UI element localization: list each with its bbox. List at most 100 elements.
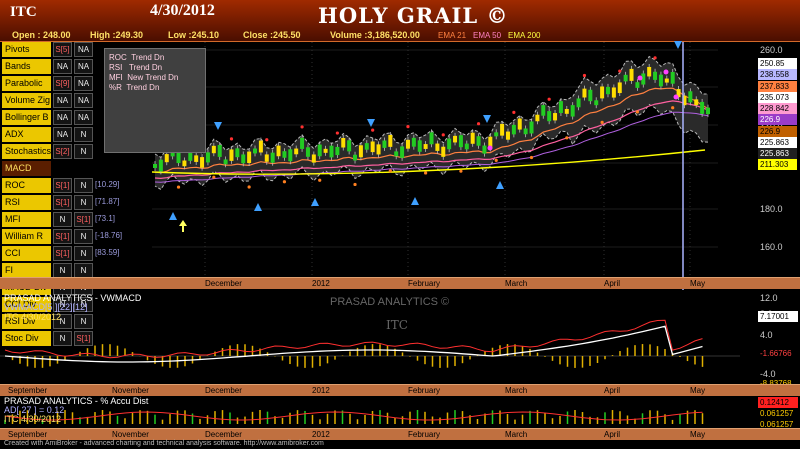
candle-body (635, 82, 640, 88)
month-label: February (408, 279, 441, 288)
indicator-signal-2: N (74, 144, 93, 159)
indicator-signal-2: N (74, 246, 93, 261)
accu-ticker: ITC 4/30/2012 (4, 414, 62, 424)
candle-body (394, 151, 399, 157)
candle-body (600, 86, 605, 99)
candle-body (541, 105, 546, 116)
candle-body (323, 148, 328, 153)
trend-roc: ROC Trend Dn (109, 53, 165, 62)
pivot-dot (663, 69, 669, 75)
candle-body (241, 154, 246, 164)
candle-body (688, 91, 693, 103)
sar-dot (635, 110, 640, 114)
indicator-signal-1: S[9] (53, 76, 72, 91)
sar-dot (494, 158, 498, 162)
sar-dot (565, 136, 569, 140)
sar-dot (441, 133, 445, 137)
price-tick: 160.0 (760, 242, 783, 252)
indicator-row-2: Parabolic S[9] NA (0, 76, 98, 93)
sell-arrow (214, 122, 222, 130)
candle-body (335, 146, 340, 156)
candle-body (158, 159, 163, 172)
candle-body (282, 151, 287, 158)
candle-body (482, 145, 487, 154)
indicator-signal-1: S[5] (53, 42, 72, 57)
vwmacd-params: VWMACD[5 ][22][12] (4, 302, 88, 312)
month-label: 2012 (312, 279, 330, 288)
indicator-signal-1: NA (53, 127, 72, 142)
candle-body (470, 132, 475, 144)
candle-body (464, 143, 469, 150)
candle-body (382, 140, 387, 148)
indicator-label: MACD (2, 161, 51, 176)
indicator-label: William R (2, 229, 51, 244)
indicator-row-0: Pivots S[5] NA (0, 42, 98, 59)
candle-body (658, 74, 663, 87)
candle-body (294, 148, 299, 155)
footer-text: Created with AmiBroker - advanced charti… (4, 440, 324, 447)
candle-body (706, 107, 710, 115)
indicator-signal-1: S[1] (53, 178, 72, 193)
sar-dot (600, 120, 604, 124)
indicator-label: Pivots (2, 42, 51, 57)
indicator-row-12: CCI S[1] N [83.59] (0, 246, 119, 263)
indicator-row-9: RSI S[1] N [71.87] (0, 195, 119, 212)
trend-wr: %R Trend Dn (109, 83, 160, 92)
month-label: February (408, 430, 441, 439)
candle-body (494, 132, 499, 137)
indicator-label: MFI (2, 212, 51, 227)
candle-body (582, 88, 587, 98)
candle-body (517, 118, 522, 130)
price-label-box: 211.303 (758, 159, 797, 170)
indicator-signal-2: N (74, 127, 93, 142)
month-label: April (604, 279, 621, 288)
indicator-value: [-18.76] (95, 231, 123, 240)
candle-body (594, 100, 599, 106)
indicator-signal-1: NA (53, 110, 72, 125)
sar-dot (459, 169, 463, 173)
candle-body (629, 68, 634, 81)
indicator-signal-2: N (74, 263, 93, 278)
accu-value-box: 0.12412 (758, 397, 798, 408)
indicator-label: RSI (2, 195, 51, 210)
sar-dot (424, 171, 428, 175)
candle-body (341, 137, 346, 148)
sar-dot (547, 97, 551, 101)
sar-dot (476, 122, 481, 126)
candle-body (205, 152, 210, 163)
up-arrow (179, 220, 187, 232)
candle-body (288, 149, 293, 162)
price-label-box: 225.863 (758, 137, 797, 148)
indicator-label: ADX (2, 127, 51, 142)
candle-body (458, 135, 463, 148)
candle-body (700, 101, 705, 114)
indicator-label: Volume Zig (2, 93, 51, 108)
candle-body (511, 124, 516, 135)
candle-body (423, 144, 428, 149)
pivot-dot (673, 94, 679, 100)
candle-body (523, 128, 528, 135)
indicator-signal-1: S[1] (53, 195, 72, 210)
indicator-signal-1: S[1] (53, 229, 72, 244)
price-label-box: 235.073 (758, 92, 797, 103)
candle-body (500, 123, 505, 136)
trend-mfi: MFI New Trend Dn (109, 73, 179, 82)
indicator-value: [83.59] (95, 248, 120, 257)
candle-body (476, 136, 481, 146)
sar-dot (671, 106, 675, 110)
indicator-signal-2: N (74, 178, 93, 193)
indicator-label: FI (2, 263, 51, 278)
price-label-box: 237.833 (758, 81, 797, 92)
indicator-signal-2: N (74, 229, 93, 244)
candle-body (235, 148, 240, 158)
sar-dot (618, 69, 622, 73)
candle-body (229, 149, 234, 161)
candle-body (317, 144, 322, 157)
month-label: November (112, 430, 149, 439)
vwmacd-value-box: -1.66766 (758, 348, 798, 359)
indicator-label: Bands (2, 59, 51, 74)
sell-arrow (367, 119, 375, 127)
candle-body (417, 140, 422, 152)
indicator-label: Stochastics (2, 144, 51, 159)
sar-dot (335, 131, 339, 135)
